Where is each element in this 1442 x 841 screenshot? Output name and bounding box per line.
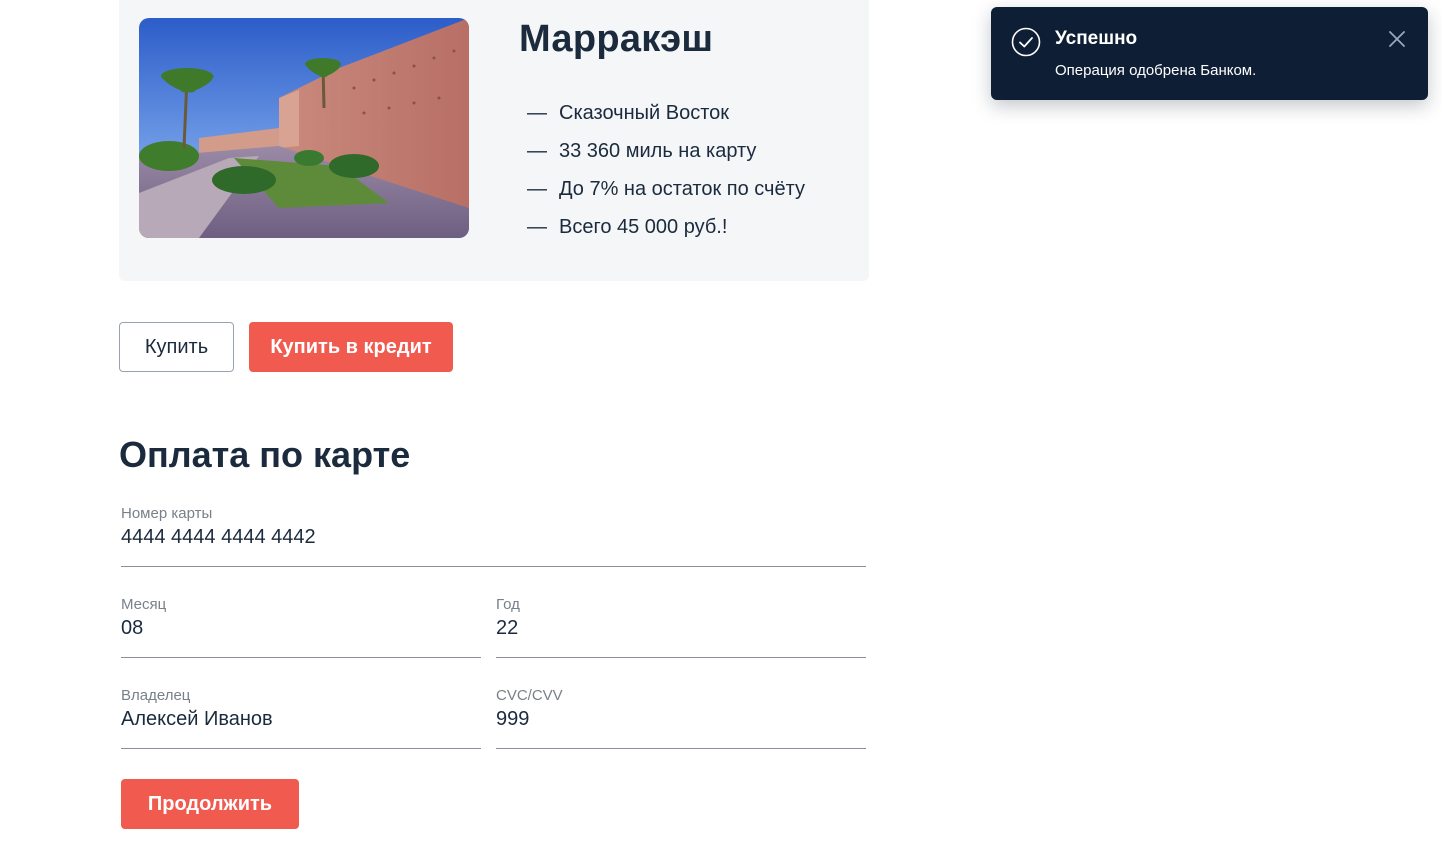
cvc-field: CVC/CVV — [496, 687, 866, 749]
month-label: Месяц — [121, 596, 167, 613]
card-number-input[interactable] — [121, 526, 866, 549]
check-circle-icon — [1011, 27, 1041, 57]
feature-text: Всего 45 000 руб.! — [559, 216, 728, 238]
year-input[interactable] — [496, 617, 866, 640]
offer-title: Марракэш — [519, 18, 714, 60]
feature-item: — Сказочный Восток — [527, 94, 805, 132]
owner-input[interactable] — [121, 708, 481, 731]
dash-icon: — — [527, 178, 547, 200]
feature-item: — 33 360 миль на карту — [527, 132, 805, 170]
card-number-field: Номер карты — [121, 505, 866, 567]
cvc-input[interactable] — [496, 708, 866, 731]
feature-text: До 7% на остаток по счёту — [559, 178, 805, 200]
feature-item: — Всего 45 000 руб.! — [527, 208, 805, 246]
close-icon[interactable] — [1387, 29, 1407, 49]
owner-field: Владелец — [121, 687, 481, 749]
cvc-label: CVC/CVV — [496, 687, 563, 704]
year-field: Год — [496, 596, 866, 658]
year-label: Год — [496, 596, 520, 613]
offer-image — [139, 18, 469, 238]
continue-button[interactable]: Продолжить — [121, 779, 299, 829]
feature-text: 33 360 миль на карту — [559, 140, 757, 162]
month-input[interactable] — [121, 617, 481, 640]
offer-card: Марракэш — Сказочный Восток — 33 360 миль … — [119, 0, 869, 281]
success-notification: Успешно Операция одобрена Банком. — [991, 7, 1428, 100]
dash-icon: — — [527, 216, 547, 238]
notification-message: Операция одобрена Банком. — [1055, 62, 1257, 79]
buy-credit-button[interactable]: Купить в кредит — [249, 322, 453, 372]
dash-icon: — — [527, 102, 547, 124]
notification-title: Успешно — [1055, 28, 1138, 49]
month-field: Месяц — [121, 596, 481, 658]
dash-icon: — — [527, 140, 547, 162]
payment-form-title: Оплата по карте — [119, 434, 411, 475]
card-number-label: Номер карты — [121, 505, 213, 522]
offer-features: — Сказочный Восток —33 360 миль на карту … — [527, 94, 805, 246]
feature-text: Сказочный Восток — [559, 102, 729, 124]
feature-item: — До 7% на остаток по счёту — [527, 170, 805, 208]
buy-button[interactable]: Купить — [119, 322, 234, 372]
owner-label: Владелец — [121, 687, 191, 704]
